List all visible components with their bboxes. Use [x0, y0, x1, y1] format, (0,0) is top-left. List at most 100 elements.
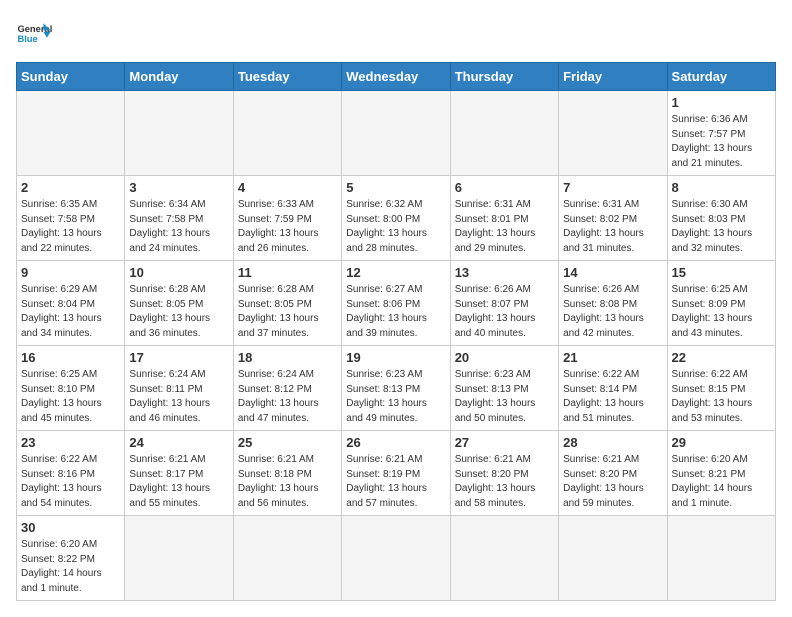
day-info: Sunrise: 6:22 AM Sunset: 8:15 PM Dayligh… [672, 368, 771, 426]
day-number: 18 [238, 350, 337, 365]
calendar-day-cell: 11 Sunrise: 6:28 AM Sunset: 8:05 PM Dayli… [233, 261, 341, 346]
calendar-day-cell: 4 Sunrise: 6:33 AM Sunset: 7:59 PM Daylig… [233, 176, 341, 261]
calendar-day-cell: 2Sunrise: 6:35 AM Sunset: 7:58 PM Daylig… [17, 176, 125, 261]
day-number: 3 [129, 180, 228, 195]
day-info: Sunrise: 6:28 AM Sunset: 8:05 PM Dayligh… [129, 283, 228, 341]
calendar-day-cell: 15Sunrise: 6:25 AM Sunset: 8:09 PM Dayli… [667, 261, 775, 346]
calendar-day-cell: 23 Sunrise: 6:22 AM Sunset: 8:16 PM Dayli… [17, 431, 125, 516]
logo-icon: General Blue [16, 16, 52, 52]
calendar-week-row: 2Sunrise: 6:35 AM Sunset: 7:58 PM Daylig… [17, 176, 776, 261]
day-info: Sunrise: 6:21 AM Sunset: 8:18 PM Dayligh… [238, 453, 337, 511]
calendar-day-cell [342, 516, 450, 601]
calendar-day-cell: 10 Sunrise: 6:28 AM Sunset: 8:05 PM Dayli… [125, 261, 233, 346]
day-info: Sunrise: 6:24 AM Sunset: 8:11 PM Dayligh… [129, 368, 228, 426]
day-number: 21 [563, 350, 662, 365]
day-number: 23 [21, 435, 120, 450]
weekday-header-wednesday: Wednesday [342, 63, 450, 91]
calendar-day-cell: 27 Sunrise: 6:21 AM Sunset: 8:20 PM Dayli… [450, 431, 558, 516]
day-number: 28 [563, 435, 662, 450]
day-info: Sunrise: 6:21 AM Sunset: 8:20 PM Dayligh… [455, 453, 554, 511]
page-header: General Blue [16, 16, 776, 52]
day-number: 26 [346, 435, 445, 450]
calendar-day-cell [559, 516, 667, 601]
calendar-day-cell: 14 Sunrise: 6:26 AM Sunset: 8:08 PM Dayli… [559, 261, 667, 346]
svg-text:Blue: Blue [17, 34, 37, 44]
calendar-day-cell: 18 Sunrise: 6:24 AM Sunset: 8:12 PM Dayli… [233, 346, 341, 431]
weekday-header-row: SundayMondayTuesdayWednesdayThursdayFrid… [17, 63, 776, 91]
calendar-day-cell [559, 91, 667, 176]
calendar-week-row: 23 Sunrise: 6:22 AM Sunset: 8:16 PM Dayli… [17, 431, 776, 516]
calendar-day-cell: 13Sunrise: 6:26 AM Sunset: 8:07 PM Dayli… [450, 261, 558, 346]
calendar-day-cell: 12 Sunrise: 6:27 AM Sunset: 8:06 PM Dayli… [342, 261, 450, 346]
day-number: 1 [672, 95, 771, 110]
calendar-day-cell: 22 Sunrise: 6:22 AM Sunset: 8:15 PM Dayli… [667, 346, 775, 431]
day-number: 6 [455, 180, 554, 195]
calendar-day-cell [667, 516, 775, 601]
day-number: 27 [455, 435, 554, 450]
day-info: Sunrise: 6:27 AM Sunset: 8:06 PM Dayligh… [346, 283, 445, 341]
day-number: 25 [238, 435, 337, 450]
day-number: 7 [563, 180, 662, 195]
day-info: Sunrise: 6:21 AM Sunset: 8:20 PM Dayligh… [563, 453, 662, 511]
day-number: 8 [672, 180, 771, 195]
day-info: Sunrise: 6:22 AM Sunset: 8:16 PM Dayligh… [21, 453, 120, 511]
day-info: Sunrise: 6:20 AM Sunset: 8:22 PM Dayligh… [21, 538, 120, 596]
day-info: Sunrise: 6:30 AM Sunset: 8:03 PM Dayligh… [672, 198, 771, 256]
calendar-day-cell: 25 Sunrise: 6:21 AM Sunset: 8:18 PM Dayli… [233, 431, 341, 516]
calendar-day-cell: 16Sunrise: 6:25 AM Sunset: 8:10 PM Dayli… [17, 346, 125, 431]
calendar-day-cell: 30 Sunrise: 6:20 AM Sunset: 8:22 PM Dayli… [17, 516, 125, 601]
day-info: Sunrise: 6:21 AM Sunset: 8:19 PM Dayligh… [346, 453, 445, 511]
calendar-week-row: 9 Sunrise: 6:29 AM Sunset: 8:04 PM Daylig… [17, 261, 776, 346]
day-info: Sunrise: 6:23 AM Sunset: 8:13 PM Dayligh… [455, 368, 554, 426]
calendar-day-cell: 29Sunrise: 6:20 AM Sunset: 8:21 PM Dayli… [667, 431, 775, 516]
calendar-day-cell: 20 Sunrise: 6:23 AM Sunset: 8:13 PM Dayli… [450, 346, 558, 431]
calendar-day-cell [233, 91, 341, 176]
calendar-day-cell [450, 91, 558, 176]
day-number: 30 [21, 520, 120, 535]
day-info: Sunrise: 6:31 AM Sunset: 8:02 PM Dayligh… [563, 198, 662, 256]
day-number: 20 [455, 350, 554, 365]
weekday-header-monday: Monday [125, 63, 233, 91]
day-info: Sunrise: 6:34 AM Sunset: 7:58 PM Dayligh… [129, 198, 228, 256]
day-info: Sunrise: 6:29 AM Sunset: 8:04 PM Dayligh… [21, 283, 120, 341]
day-number: 11 [238, 265, 337, 280]
calendar-day-cell [125, 91, 233, 176]
weekday-header-friday: Friday [559, 63, 667, 91]
day-info: Sunrise: 6:26 AM Sunset: 8:08 PM Dayligh… [563, 283, 662, 341]
calendar-day-cell [125, 516, 233, 601]
day-number: 14 [563, 265, 662, 280]
calendar-day-cell: 3 Sunrise: 6:34 AM Sunset: 7:58 PM Daylig… [125, 176, 233, 261]
day-info: Sunrise: 6:36 AM Sunset: 7:57 PM Dayligh… [672, 113, 771, 171]
calendar-week-row: 16Sunrise: 6:25 AM Sunset: 8:10 PM Dayli… [17, 346, 776, 431]
calendar-day-cell: 9 Sunrise: 6:29 AM Sunset: 8:04 PM Daylig… [17, 261, 125, 346]
day-number: 22 [672, 350, 771, 365]
day-number: 10 [129, 265, 228, 280]
day-number: 24 [129, 435, 228, 450]
calendar-day-cell: 5Sunrise: 6:32 AM Sunset: 8:00 PM Daylig… [342, 176, 450, 261]
calendar-day-cell: 21 Sunrise: 6:22 AM Sunset: 8:14 PM Dayli… [559, 346, 667, 431]
calendar-day-cell: 6 Sunrise: 6:31 AM Sunset: 8:01 PM Daylig… [450, 176, 558, 261]
weekday-header-saturday: Saturday [667, 63, 775, 91]
calendar-day-cell: 24 Sunrise: 6:21 AM Sunset: 8:17 PM Dayli… [125, 431, 233, 516]
day-info: Sunrise: 6:26 AM Sunset: 8:07 PM Dayligh… [455, 283, 554, 341]
day-info: Sunrise: 6:28 AM Sunset: 8:05 PM Dayligh… [238, 283, 337, 341]
day-number: 29 [672, 435, 771, 450]
logo: General Blue [16, 16, 52, 52]
day-info: Sunrise: 6:22 AM Sunset: 8:14 PM Dayligh… [563, 368, 662, 426]
day-number: 4 [238, 180, 337, 195]
day-info: Sunrise: 6:33 AM Sunset: 7:59 PM Dayligh… [238, 198, 337, 256]
day-info: Sunrise: 6:21 AM Sunset: 8:17 PM Dayligh… [129, 453, 228, 511]
calendar-day-cell [450, 516, 558, 601]
day-info: Sunrise: 6:24 AM Sunset: 8:12 PM Dayligh… [238, 368, 337, 426]
calendar-day-cell [17, 91, 125, 176]
day-info: Sunrise: 6:23 AM Sunset: 8:13 PM Dayligh… [346, 368, 445, 426]
calendar-day-cell [233, 516, 341, 601]
day-number: 9 [21, 265, 120, 280]
calendar-day-cell: 1 Sunrise: 6:36 AM Sunset: 7:57 PM Daylig… [667, 91, 775, 176]
calendar-table: SundayMondayTuesdayWednesdayThursdayFrid… [16, 62, 776, 601]
day-info: Sunrise: 6:31 AM Sunset: 8:01 PM Dayligh… [455, 198, 554, 256]
day-number: 19 [346, 350, 445, 365]
day-number: 16 [21, 350, 120, 365]
day-number: 12 [346, 265, 445, 280]
weekday-header-tuesday: Tuesday [233, 63, 341, 91]
